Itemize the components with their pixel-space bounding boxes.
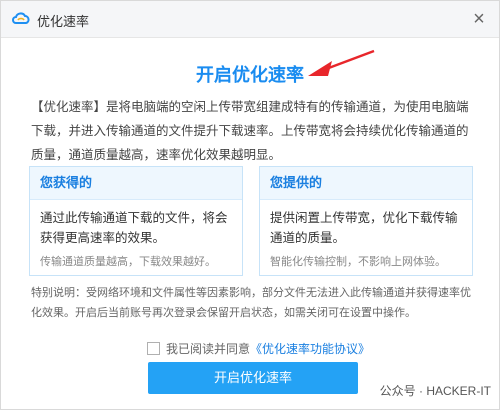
feature-description: 【优化速率】是将电脑端的空闲上传带宽组建成特有的传输通道，为使用电脑端下载，并进… [31, 100, 469, 162]
close-icon[interactable]: × [469, 9, 489, 29]
agreement-row: 我已阅读并同意《优化速率功能协议》 [147, 340, 370, 357]
cloud-icon [12, 12, 30, 24]
provide-card: 您提供的 提供闲置上传带宽，优化下载传输通道的质量。 智能化传输控制，不影响上网… [259, 166, 473, 276]
provide-card-title: 您提供的 [260, 167, 472, 200]
gain-card: 您获得的 通过此传输通道下载的文件，将会获得更高速率的效果。 传输通道质量越高，… [29, 166, 243, 276]
gain-card-note: 传输通道质量越高，下载效果越好。 [40, 256, 216, 268]
red-arrow-annotation [308, 49, 375, 76]
gain-card-title: 您获得的 [30, 167, 242, 200]
dialog-heading: 开启优化速率 [196, 65, 304, 85]
provide-card-text: 提供闲置上传带宽，优化下载传输通道的质量。 [270, 211, 458, 245]
agreement-prefix: 我已阅读并同意 [166, 342, 251, 356]
agreement-checkbox[interactable] [147, 342, 160, 355]
provide-card-note: 智能化传输控制，不影响上网体验。 [270, 256, 446, 268]
agreement-link[interactable]: 《优化速率功能协议》 [250, 342, 370, 356]
optimize-rate-dialog: 优化速率 × 开启优化速率 【优化速率】是将电脑端的空闲上传带宽组建成特有的传输… [0, 0, 500, 410]
window-title: 优化速率 [37, 14, 90, 29]
enable-optimize-button[interactable]: 开启优化速率 [148, 362, 358, 394]
title-bar: 优化速率 × [1, 1, 499, 38]
special-note: 特别说明：受网络环境和文件属性等因素影响，部分文件无法进入此传输通道并获得速率优… [31, 287, 471, 319]
gain-card-text: 通过此传输通道下载的文件，将会获得更高速率的效果。 [40, 211, 228, 245]
watermark: 公众号 · HACKER-IT [379, 384, 491, 398]
